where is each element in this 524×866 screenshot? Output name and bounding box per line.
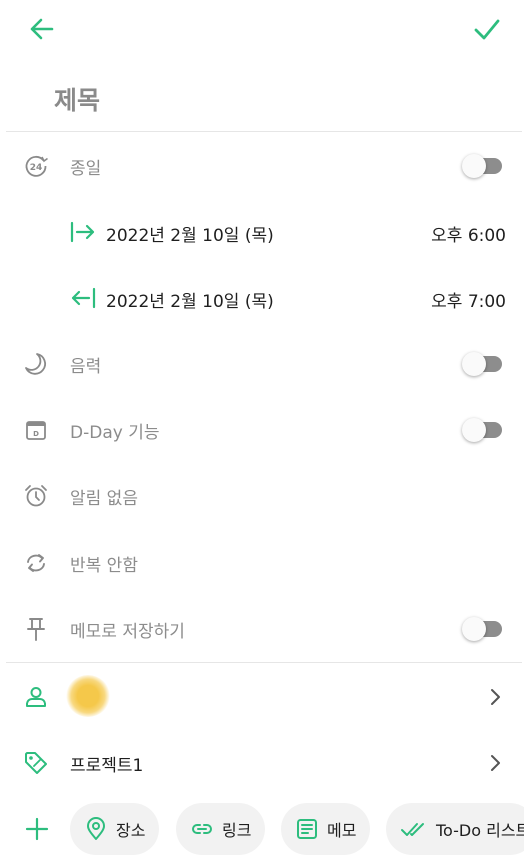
chip-location-label: 장소 [116, 821, 146, 840]
clock-24h-icon: 24 [23, 153, 49, 179]
avatar [66, 675, 110, 717]
start-arrow-icon [70, 221, 95, 243]
start-date[interactable]: 2022년 2월 10일 (목) [106, 221, 274, 246]
project-row[interactable]: 프로젝트1 [0, 741, 524, 785]
chip-link-label: 링크 [222, 821, 252, 840]
project-label: 프로젝트1 [70, 755, 144, 776]
chip-todo-label: To-Do 리스트 [436, 821, 524, 840]
dday-toggle[interactable] [462, 418, 502, 442]
all-day-toggle[interactable] [462, 154, 502, 178]
dday-row[interactable]: D D-Day 기능 [0, 408, 524, 452]
chevron-right-icon [491, 689, 500, 705]
svg-text:24: 24 [30, 163, 43, 173]
repeat-label: 반복 안함 [70, 555, 138, 576]
chevron-right-icon [491, 755, 500, 771]
alarm-clock-icon [23, 483, 49, 509]
end-arrow-icon [71, 287, 96, 309]
divider [6, 662, 522, 663]
chip-todo[interactable]: To-Do 리스트 [386, 803, 524, 855]
dday-label: D-Day 기능 [70, 422, 160, 443]
top-bar [0, 0, 524, 58]
lunar-row[interactable]: 음력 [0, 342, 524, 386]
save-memo-row[interactable]: 메모로 저장하기 [0, 607, 524, 651]
arrow-left-icon [30, 18, 54, 40]
confirm-button[interactable] [470, 12, 504, 46]
all-day-label: 종일 [70, 158, 102, 179]
back-button[interactable] [24, 12, 58, 46]
check-icon [474, 19, 500, 40]
double-check-icon [400, 817, 428, 841]
note-icon [295, 817, 319, 841]
start-time[interactable]: 오후 6:00 [431, 221, 506, 246]
start-datetime-row[interactable]: 2022년 2월 10일 (목) 오후 6:00 [0, 210, 524, 254]
repeat-row[interactable]: 반복 안함 [0, 541, 524, 585]
save-memo-toggle[interactable] [462, 617, 502, 641]
location-pin-icon [84, 817, 108, 841]
end-date[interactable]: 2022년 2월 10일 (목) [106, 287, 274, 312]
end-time[interactable]: 오후 7:00 [431, 287, 506, 312]
chip-location[interactable]: 장소 [70, 803, 160, 855]
moon-icon [23, 351, 49, 377]
link-icon [190, 817, 214, 841]
save-memo-label: 메모로 저장하기 [70, 621, 185, 642]
tag-icon [23, 750, 49, 776]
alarm-label: 알림 없음 [70, 488, 138, 509]
chip-link[interactable]: 링크 [176, 803, 266, 855]
calendar-d-icon: D [23, 417, 49, 443]
lunar-label: 음력 [70, 356, 102, 377]
alarm-row[interactable]: 알림 없음 [0, 474, 524, 518]
lunar-toggle[interactable] [462, 352, 502, 376]
chip-memo-label: 메모 [327, 821, 357, 840]
all-day-row[interactable]: 24 종일 [0, 144, 524, 188]
add-icon[interactable] [24, 816, 50, 842]
person-icon [23, 684, 49, 710]
svg-text:D: D [33, 430, 39, 438]
chip-memo[interactable]: 메모 [281, 803, 371, 855]
title-input[interactable]: 제목 [54, 80, 494, 118]
pin-icon [23, 616, 49, 642]
repeat-icon [23, 550, 49, 576]
divider [6, 131, 522, 132]
end-datetime-row[interactable]: 2022년 2월 10일 (목) 오후 7:00 [0, 276, 524, 320]
